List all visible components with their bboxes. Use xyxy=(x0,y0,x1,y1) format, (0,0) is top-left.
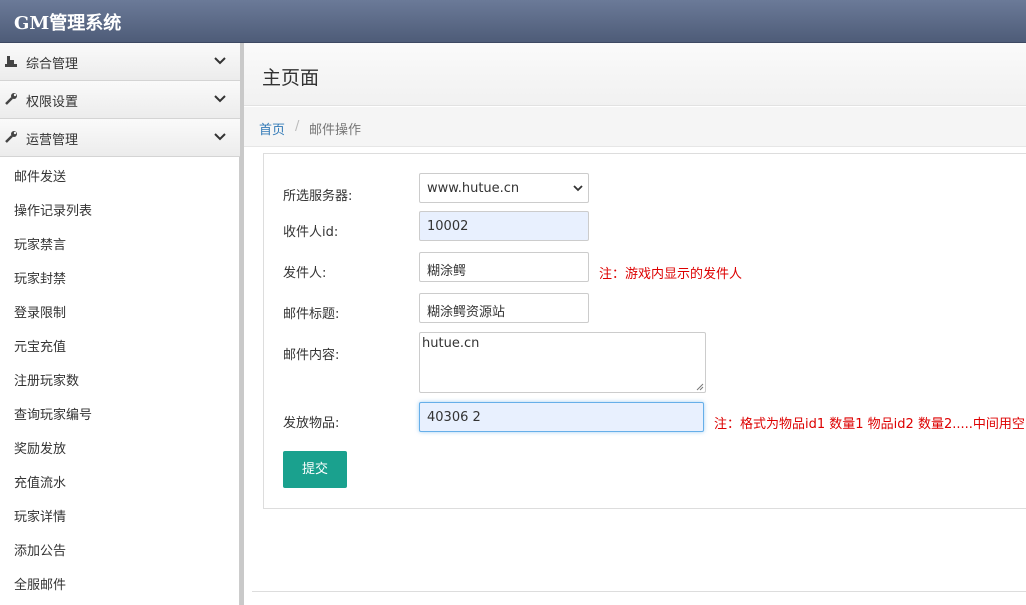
top-bar: GM管理系统 xyxy=(0,0,1026,43)
sidebar-item-label: 邮件发送 xyxy=(14,170,67,185)
content-label: 邮件内容: xyxy=(283,348,340,363)
breadcrumb-home-link[interactable]: 首页 xyxy=(259,119,285,138)
wrench-icon xyxy=(5,131,17,143)
sidebar-item-login-limit[interactable]: 登录限制 xyxy=(0,293,240,327)
subject-input[interactable]: 糊涂鳄资源站 xyxy=(419,293,589,323)
sidebar-item-label: 元宝充值 xyxy=(14,340,67,355)
breadcrumb: 首页 / 邮件操作 xyxy=(244,107,1026,147)
sidebar-item-recharge-flow[interactable]: 充值流水 xyxy=(0,463,240,497)
sidebar-item-label: 奖励发放 xyxy=(14,442,67,457)
sidebar-item-label: 充值流水 xyxy=(14,476,67,491)
sidebar-group-label: 权限设置 xyxy=(26,95,79,110)
sidebar-item-mute-player[interactable]: 玩家禁言 xyxy=(0,225,240,259)
recipient-id-input[interactable]: 10002 xyxy=(419,211,589,241)
sender-input[interactable]: 糊涂鳄 xyxy=(419,252,589,282)
sender-value: 糊涂鳄 xyxy=(427,264,467,279)
breadcrumb-separator: / xyxy=(295,119,300,134)
sidebar-item-server-mail[interactable]: 全服邮件 xyxy=(0,565,240,599)
recipient-label: 收件人id: xyxy=(283,225,339,240)
sidebar-group-label: 运营管理 xyxy=(26,133,79,148)
sidebar-item-label: 登录限制 xyxy=(14,306,67,321)
sidebar-item-player-details[interactable]: 玩家详情 xyxy=(0,497,240,531)
sidebar-item-operation-log[interactable]: 操作记录列表 xyxy=(0,191,240,225)
sidebar-group-permissions[interactable]: 权限设置 xyxy=(0,81,240,119)
server-select-value: www.hutue.cn xyxy=(427,181,520,196)
mail-form-panel: 所选服务器: www.hutue.cn 收件人id: 10002 发件人: 糊涂… xyxy=(263,153,1026,509)
sidebar-group-operations[interactable]: 运营管理 xyxy=(0,119,240,157)
subject-label: 邮件标题: xyxy=(283,307,340,322)
content-value: hutue.cn xyxy=(422,336,480,351)
sender-label: 发件人: xyxy=(283,266,327,281)
page-title: 主页面 xyxy=(262,67,320,89)
sidebar-item-label: 玩家详情 xyxy=(14,510,67,525)
chevron-down-icon xyxy=(214,133,226,141)
sidebar-item-label: 注册玩家数 xyxy=(14,374,80,389)
main-content: 主页面 首页 / 邮件操作 所选服务器: www.hutue.cn 收件人id:… xyxy=(244,43,1026,605)
sidebar-item-label: 全服邮件 xyxy=(14,578,67,593)
server-select[interactable]: www.hutue.cn xyxy=(419,173,589,203)
breadcrumb-current: 邮件操作 xyxy=(309,123,362,138)
app-title: GM管理系统 xyxy=(14,13,122,34)
sidebar-item-registered-players[interactable]: 注册玩家数 xyxy=(0,361,240,395)
sidebar-item-label: 玩家禁言 xyxy=(14,238,67,253)
recipient-id-value: 10002 xyxy=(427,219,469,234)
chevron-down-icon xyxy=(214,95,226,103)
sidebar-item-mail-send[interactable]: 邮件发送 xyxy=(0,157,240,191)
sidebar-item-rewards[interactable]: 奖励发放 xyxy=(0,429,240,463)
items-input[interactable]: 40306 2 xyxy=(419,402,704,432)
chevron-down-icon xyxy=(573,185,583,192)
chevron-down-icon xyxy=(214,57,226,65)
sender-note: 注：游戏内显示的发件人 xyxy=(599,267,743,282)
server-label: 所选服务器: xyxy=(283,189,353,204)
sidebar-item-ban-player[interactable]: 玩家封禁 xyxy=(0,259,240,293)
sidebar-item-label: 玩家封禁 xyxy=(14,272,67,287)
submit-button[interactable]: 提交 xyxy=(283,451,347,488)
page-header: 主页面 xyxy=(244,43,1026,106)
items-value: 40306 2 xyxy=(427,410,481,425)
items-label: 发放物品: xyxy=(283,416,340,431)
sidebar: 综合管理 权限设置 运营管理 邮件发送 操作记录列表 玩家禁言 玩家封禁 登录限… xyxy=(0,43,240,605)
dashboard-icon xyxy=(5,56,17,67)
sidebar-group-general[interactable]: 综合管理 xyxy=(0,43,240,81)
wrench-icon xyxy=(5,93,17,105)
sidebar-item-label: 添加公告 xyxy=(14,544,67,559)
sidebar-item-recharge[interactable]: 元宝充值 xyxy=(0,327,240,361)
items-format-note: 注：格式为物品id1 数量1 物品id2 数量2.....中间用空 xyxy=(714,417,1025,432)
subject-value: 糊涂鳄资源站 xyxy=(427,305,506,320)
content-textarea[interactable]: hutue.cn xyxy=(419,332,706,393)
sidebar-group-label: 综合管理 xyxy=(26,57,79,72)
footer-divider xyxy=(252,591,1026,592)
sidebar-item-label: 查询玩家编号 xyxy=(14,408,93,423)
sidebar-item-add-notice[interactable]: 添加公告 xyxy=(0,531,240,565)
sidebar-item-query-player-id[interactable]: 查询玩家编号 xyxy=(0,395,240,429)
resize-handle-icon[interactable] xyxy=(696,383,704,391)
sidebar-item-label: 操作记录列表 xyxy=(14,204,93,219)
